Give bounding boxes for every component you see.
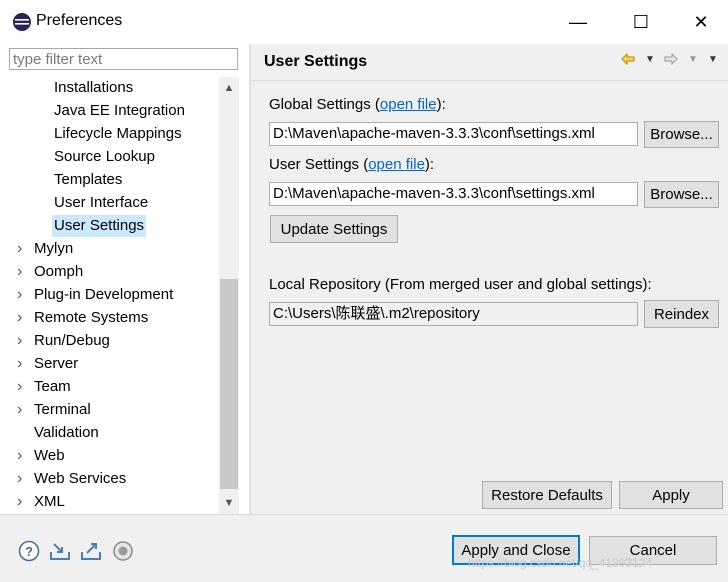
user-settings-label: User Settings (open file):: [269, 156, 434, 173]
global-settings-label-text: Global Settings (: [269, 96, 380, 113]
filter-input[interactable]: [9, 48, 238, 70]
expand-arrow-icon[interactable]: ›: [17, 468, 29, 490]
tree-item-label: User Settings: [52, 215, 147, 237]
watermark-text: https://blog.csdn.net/qq_41393124: [468, 556, 653, 570]
scrollbar-thumb[interactable]: [220, 279, 238, 489]
user-settings-label-suffix: ):: [424, 156, 435, 173]
expand-arrow-icon[interactable]: ›: [17, 307, 29, 329]
tree-item[interactable]: Validation: [10, 422, 219, 444]
tree-item-label: Plug-in Development: [34, 286, 174, 303]
update-settings-button[interactable]: Update Settings: [270, 215, 398, 243]
tree-item-label: Mylyn: [34, 240, 74, 257]
user-browse-button[interactable]: Browse...: [644, 181, 719, 208]
svg-text:?: ?: [25, 544, 33, 559]
tree-item[interactable]: User Interface: [10, 192, 219, 214]
tree-item-label: Installations: [54, 79, 134, 96]
tree-item[interactable]: › Run/Debug: [10, 330, 219, 352]
global-settings-label: Global Settings (open file):: [269, 96, 446, 113]
tree-item-label: Remote Systems: [34, 309, 149, 326]
title-bar: Preferences — ☐ ✕: [0, 0, 728, 44]
tree-item-label: User Interface: [54, 194, 149, 211]
user-settings-label-text: User Settings (: [269, 156, 369, 173]
tree-item-label: Validation: [34, 424, 99, 441]
import-icon[interactable]: [49, 540, 71, 562]
back-arrow-icon[interactable]: [621, 50, 635, 68]
tree-item-label: Run/Debug: [34, 332, 110, 349]
oomph-record-icon[interactable]: [112, 540, 134, 562]
tree-item[interactable]: › Plug-in Development: [10, 284, 219, 306]
tree-item[interactable]: › Oomph: [10, 261, 219, 283]
maximize-button[interactable]: ☐: [628, 10, 654, 34]
tree-item[interactable]: User Settings: [10, 215, 219, 237]
export-icon[interactable]: [80, 540, 102, 562]
tree-item[interactable]: › Terminal: [10, 399, 219, 421]
tree-item[interactable]: Java EE Integration: [10, 100, 219, 122]
scroll-down-arrow-icon[interactable]: ▼: [219, 492, 239, 514]
tree-item[interactable]: › Web: [10, 445, 219, 467]
global-browse-button[interactable]: Browse...: [644, 121, 719, 148]
restore-defaults-button[interactable]: Restore Defaults: [482, 481, 612, 509]
expand-arrow-icon[interactable]: ›: [17, 399, 29, 421]
tree-item-label: Team: [34, 378, 71, 395]
expand-arrow-icon[interactable]: ›: [17, 238, 29, 260]
expand-arrow-icon[interactable]: ›: [17, 491, 29, 513]
tree-item[interactable]: › XML: [10, 491, 219, 513]
tree-item-label: Server: [34, 355, 79, 372]
close-button[interactable]: ✕: [688, 10, 714, 34]
user-open-file-link[interactable]: open file: [368, 156, 425, 173]
forward-arrow-icon[interactable]: [664, 50, 678, 68]
expand-arrow-icon[interactable]: ›: [17, 284, 29, 306]
global-settings-field[interactable]: D:\Maven\apache-maven-3.3.3\conf\setting…: [269, 122, 638, 146]
page-title: User Settings: [264, 53, 368, 70]
scroll-up-arrow-icon[interactable]: ▲: [219, 77, 239, 99]
expand-arrow-icon[interactable]: ›: [17, 261, 29, 283]
tree-item[interactable]: Source Lookup: [10, 146, 219, 168]
global-open-file-link[interactable]: open file: [380, 96, 437, 113]
header-divider: [251, 80, 728, 81]
tree-item-label: Web Services: [34, 470, 127, 487]
tree-scrollbar[interactable]: ▲ ▼: [219, 77, 239, 514]
eclipse-app-icon: [13, 13, 31, 31]
tree-item-label: Java EE Integration: [54, 102, 185, 119]
global-settings-label-suffix: ):: [436, 96, 446, 113]
tree-item[interactable]: Lifecycle Mappings: [10, 123, 219, 145]
tree-item-label: Terminal: [34, 401, 91, 418]
tree-item-label: Oomph: [34, 263, 84, 280]
user-settings-field[interactable]: D:\Maven\apache-maven-3.3.3\conf\setting…: [269, 182, 638, 206]
tree-item-label: Templates: [54, 171, 123, 188]
tree-item[interactable]: › Web Services: [10, 468, 219, 490]
local-repository-label: Local Repository (From merged user and g…: [269, 276, 652, 293]
apply-button[interactable]: Apply: [619, 481, 723, 509]
forward-menu-chevron-down-icon[interactable]: ▼: [688, 50, 698, 68]
tree-item-label: XML: [34, 493, 65, 510]
tree-item[interactable]: Installations: [10, 77, 219, 99]
tree-item-label: Web: [34, 447, 65, 464]
expand-arrow-icon[interactable]: ›: [17, 445, 29, 467]
window-title: Preferences: [36, 12, 123, 29]
expand-arrow-icon[interactable]: ›: [17, 330, 29, 352]
expand-arrow-icon[interactable]: ›: [17, 353, 29, 375]
tree-item-label: Lifecycle Mappings: [54, 125, 182, 142]
preference-tree: Installations Java EE Integration Lifecycl…: [10, 77, 219, 514]
tree-item[interactable]: › Team: [10, 376, 219, 398]
tree-item[interactable]: › Mylyn: [10, 238, 219, 260]
back-menu-chevron-down-icon[interactable]: ▼: [645, 50, 655, 68]
tree-item[interactable]: Templates: [10, 169, 219, 191]
tree-item[interactable]: › Server: [10, 353, 219, 375]
help-icon[interactable]: ?: [18, 540, 40, 562]
tree-item[interactable]: › Remote Systems: [10, 307, 219, 329]
tree-item-label: Source Lookup: [54, 148, 155, 165]
minimize-button[interactable]: —: [565, 10, 591, 34]
view-menu-icon[interactable]: ▼: [708, 50, 718, 68]
reindex-button[interactable]: Reindex: [644, 300, 719, 328]
expand-arrow-icon[interactable]: ›: [17, 376, 29, 398]
local-repository-field: C:\Users\陈联盛\.m2\repository: [269, 302, 638, 326]
